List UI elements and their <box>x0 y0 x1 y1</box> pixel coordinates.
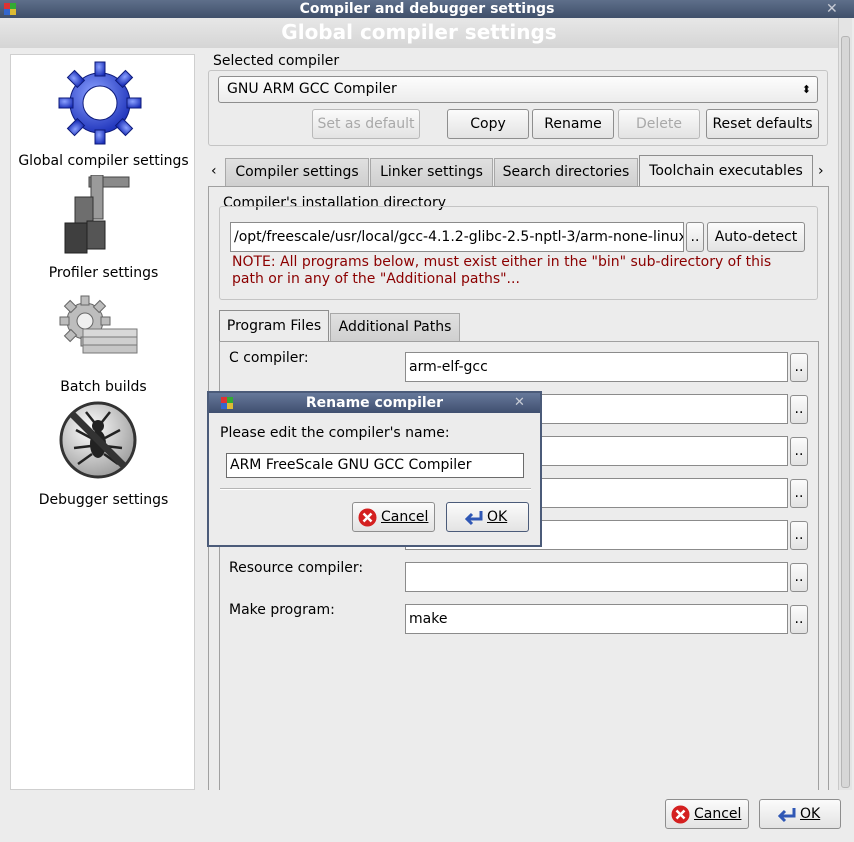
dialog-prompt: Please edit the compiler's name: <box>220 425 450 441</box>
ok-label: OK <box>800 806 821 822</box>
delete-button[interactable]: Delete <box>618 109 700 139</box>
resource-compiler-input[interactable] <box>405 562 788 592</box>
select-arrows-icon: ⬍ <box>801 83 811 96</box>
browse-button[interactable]: .. <box>790 437 808 466</box>
sidebar-item-label: Global compiler settings <box>18 153 189 169</box>
install-dir-input[interactable]: /opt/freescale/usr/local/gcc-4.1.2-glibc… <box>230 222 684 252</box>
rename-button[interactable]: Rename <box>532 109 614 139</box>
browse-button[interactable]: .. <box>790 563 808 592</box>
caliper-icon <box>64 175 130 254</box>
browse-button[interactable]: .. <box>790 479 808 508</box>
window-title: Compiler and debugger settings <box>299 1 555 17</box>
scrollbar-thumb[interactable] <box>841 36 850 788</box>
compiler-name-input[interactable]: ARM FreeScale GNU GCC Compiler <box>226 453 524 478</box>
dialog-separator <box>220 488 531 490</box>
dialog-close-icon[interactable]: ✕ <box>514 393 525 413</box>
sidebar-item-batch-builds[interactable]: Batch builds <box>11 287 196 395</box>
dialog-ok-button[interactable]: OK <box>446 502 529 532</box>
selected-compiler-label: Selected compiler <box>213 53 340 69</box>
reset-defaults-button[interactable]: Reset defaults <box>706 109 819 139</box>
auto-detect-button[interactable]: Auto-detect <box>707 222 805 252</box>
enter-arrow-icon <box>465 511 483 526</box>
cancel-label: Cancel <box>694 806 742 822</box>
tab-compiler-settings[interactable]: Compiler settings <box>225 158 369 186</box>
subtab-program-files[interactable]: Program Files <box>219 310 329 342</box>
tab-search-directories[interactable]: Search directories <box>494 158 638 186</box>
dialog-app-icon <box>221 397 233 409</box>
window-scrollbar[interactable] <box>838 18 852 790</box>
compiler-select[interactable]: GNU ARM GCC Compiler ⬍ <box>218 76 818 103</box>
window-titlebar[interactable]: Compiler and debugger settings ✕ <box>0 0 854 18</box>
sidebar-item-label: Profiler settings <box>48 265 159 281</box>
batch-gears-icon <box>59 295 138 354</box>
subtab-additional-paths[interactable]: Additional Paths <box>330 313 460 342</box>
sidebar-item-profiler[interactable]: Profiler settings <box>11 173 196 281</box>
dialog-titlebar[interactable]: Rename compiler ✕ <box>209 393 540 413</box>
compiler-select-value: GNU ARM GCC Compiler <box>227 81 397 97</box>
dialog-cancel-button[interactable]: Cancel <box>352 502 435 532</box>
cancel-button[interactable]: Cancel <box>665 799 749 829</box>
sidebar-item-global-compiler[interactable]: Global compiler settings <box>11 57 196 169</box>
install-note: NOTE: All programs below, must exist eit… <box>232 254 772 287</box>
dialog-ok-label: OK <box>487 509 508 525</box>
sidebar-item-label: Batch builds <box>60 379 147 395</box>
tab-linker-settings[interactable]: Linker settings <box>370 158 493 186</box>
browse-button[interactable]: .. <box>790 353 808 382</box>
install-dir-browse-button[interactable]: .. <box>686 222 704 252</box>
cancel-icon <box>671 805 690 824</box>
program-label: Resource compiler: <box>229 560 364 576</box>
browse-button[interactable]: .. <box>790 395 808 424</box>
gear-icon <box>58 61 142 145</box>
c-compiler-input[interactable]: arm-elf-gcc <box>405 352 788 382</box>
tab-scroll-left-icon[interactable]: ‹ <box>211 158 217 184</box>
browse-button[interactable]: .. <box>790 521 808 550</box>
no-bug-icon <box>59 401 137 479</box>
browse-button[interactable]: .. <box>790 605 808 634</box>
cancel-icon <box>358 508 377 527</box>
set-as-default-button[interactable]: Set as default <box>312 109 420 139</box>
page-header: Global compiler settings <box>0 18 838 48</box>
dialog-cancel-label: Cancel <box>381 509 429 525</box>
program-label: Make program: <box>229 602 335 618</box>
ok-button[interactable]: OK <box>759 799 841 829</box>
enter-arrow-icon <box>778 808 796 823</box>
window-close-icon[interactable]: ✕ <box>826 0 838 18</box>
make-program-input[interactable]: make <box>405 604 788 634</box>
sidebar-item-debugger[interactable]: Debugger settings <box>11 400 196 508</box>
dialog-title: Rename compiler <box>305 395 444 411</box>
tab-toolchain-executables[interactable]: Toolchain executables <box>639 155 813 187</box>
tab-scroll-right-icon[interactable]: › <box>818 158 824 184</box>
sidebar-item-label: Debugger settings <box>38 492 169 508</box>
program-label: C compiler: <box>229 350 309 366</box>
page-title: Global compiler settings <box>281 20 557 44</box>
sidebar: Global compiler settings Profiler settin… <box>10 54 195 790</box>
copy-button[interactable]: Copy <box>447 109 529 139</box>
rename-dialog: Rename compiler ✕ Please edit the compil… <box>207 391 542 547</box>
